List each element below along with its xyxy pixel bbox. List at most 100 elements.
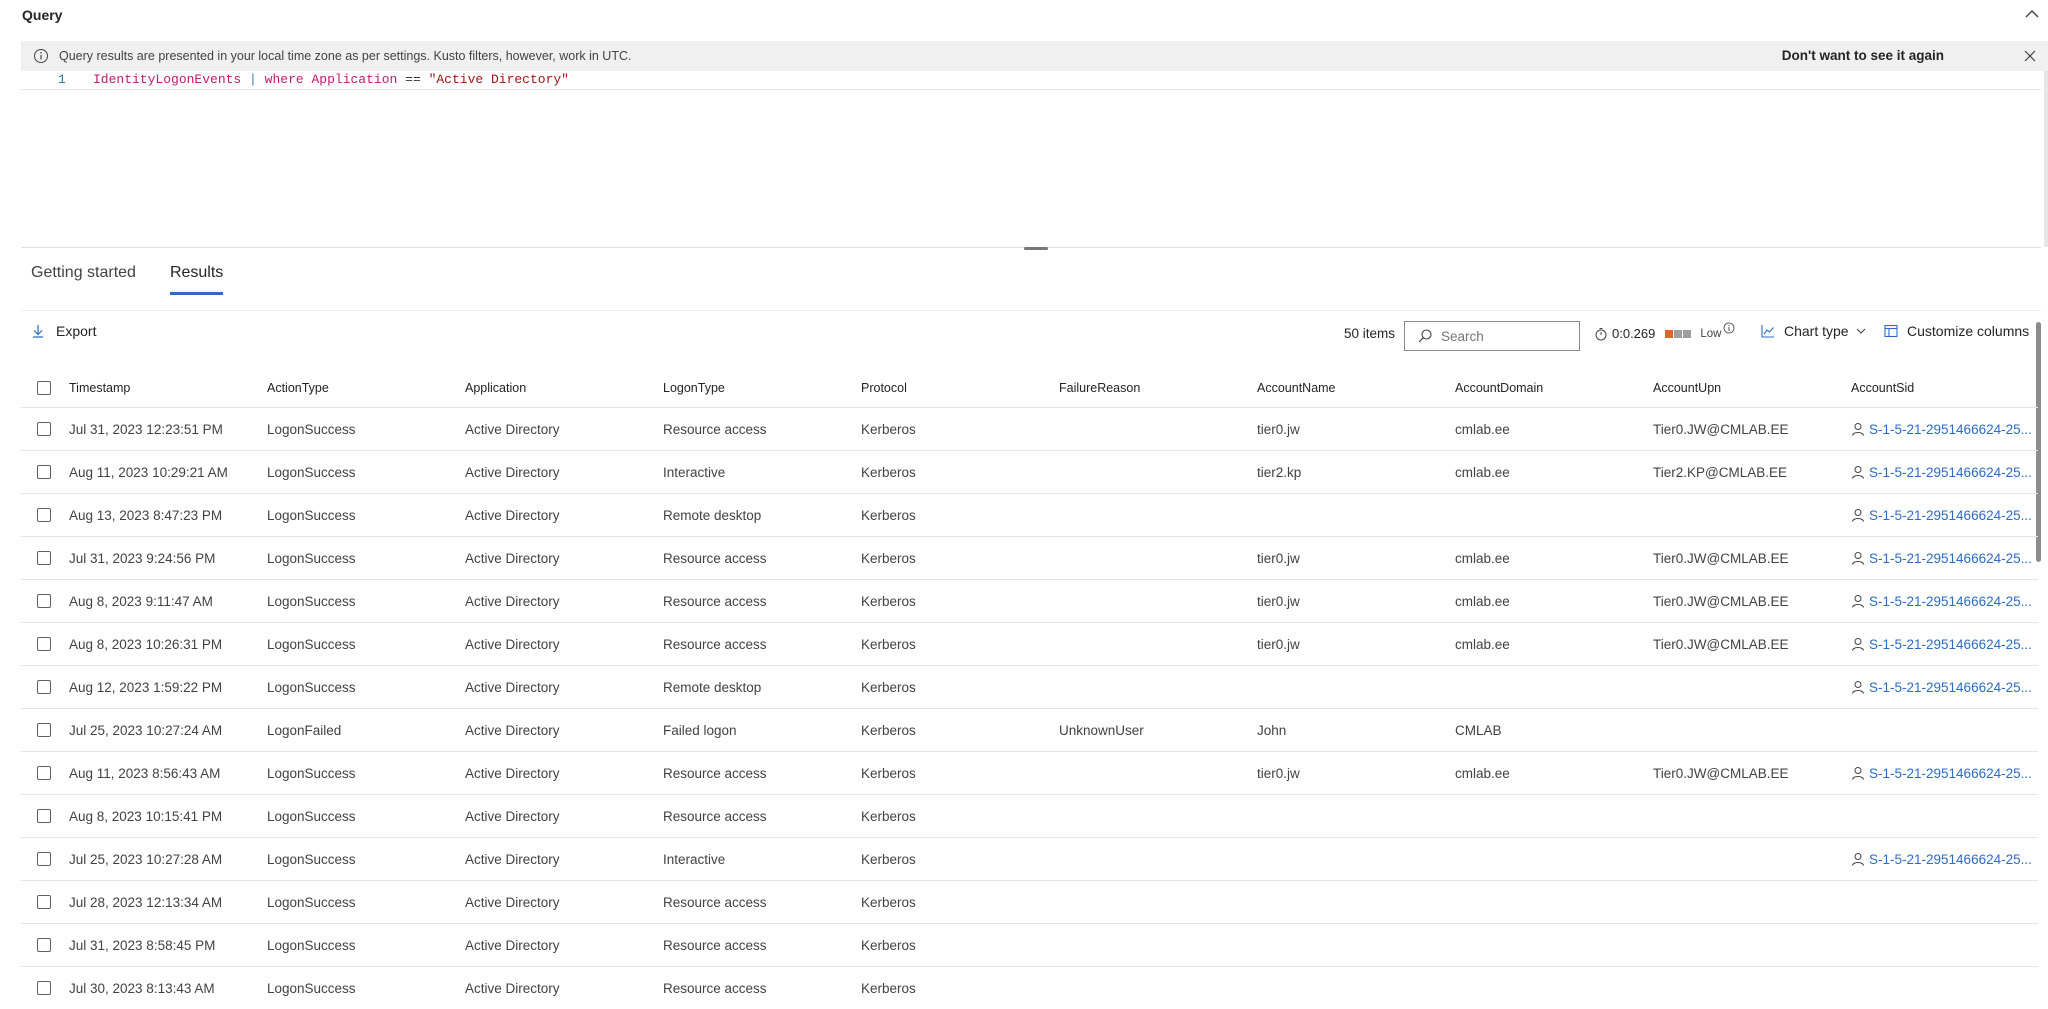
resource-usage-label: Low [1700, 328, 1721, 340]
customize-columns-button[interactable]: Customize columns [1883, 323, 2029, 339]
chart-type-button[interactable]: Chart type [1760, 323, 1867, 339]
account-sid-link[interactable]: S-1-5-21-2951466624-25... [1851, 465, 2038, 480]
table-cell: Active Directory [465, 838, 663, 881]
column-header[interactable]: AccountName [1257, 369, 1455, 408]
account-sid-link[interactable]: S-1-5-21-2951466624-25... [1851, 680, 2038, 695]
row-select-cell[interactable] [21, 623, 69, 666]
account-sid-link[interactable]: S-1-5-21-2951466624-25... [1851, 551, 2038, 566]
info-icon[interactable] [1723, 322, 1735, 334]
execution-time: 0:0.269 [1612, 326, 1655, 341]
row-select-cell[interactable] [21, 580, 69, 623]
column-header[interactable]: FailureReason [1059, 369, 1257, 408]
export-button[interactable]: Export [30, 323, 96, 339]
table-row[interactable]: Aug 8, 2023 10:26:31 PMLogonSuccessActiv… [21, 623, 2038, 666]
account-sid-link[interactable]: S-1-5-21-2951466624-25... [1851, 637, 2038, 652]
table-row[interactable]: Jul 25, 2023 10:27:24 AMLogonFailedActiv… [21, 709, 2038, 752]
table-cell [1455, 795, 1653, 838]
row-checkbox[interactable] [37, 981, 51, 995]
dont-show-again-button[interactable]: Don't want to see it again [1770, 41, 1956, 71]
table-row[interactable]: Aug 8, 2023 9:11:47 AMLogonSuccessActive… [21, 580, 2038, 623]
account-sid-text: S-1-5-21-2951466624-25... [1869, 594, 2032, 609]
items-count: 50 items [1344, 326, 1395, 341]
row-select-cell[interactable] [21, 666, 69, 709]
column-header[interactable]: LogonType [663, 369, 861, 408]
row-select-cell[interactable] [21, 709, 69, 752]
row-checkbox[interactable] [37, 938, 51, 952]
row-select-cell[interactable] [21, 838, 69, 881]
column-header[interactable]: Protocol [861, 369, 1059, 408]
table-cell [1059, 537, 1257, 580]
select-all-cell[interactable] [21, 369, 69, 408]
table-cell: Tier0.JW@CMLAB.EE [1653, 537, 1851, 580]
row-checkbox[interactable] [37, 852, 51, 866]
resize-handle[interactable] [1024, 247, 1048, 250]
account-sid-link[interactable]: S-1-5-21-2951466624-25... [1851, 508, 2038, 523]
table-row[interactable]: Jul 31, 2023 8:58:45 PMLogonSuccessActiv… [21, 924, 2038, 967]
editor-line[interactable]: 1 IdentityLogonEvents | where Applicatio… [21, 71, 2041, 90]
row-select-cell[interactable] [21, 795, 69, 838]
row-checkbox[interactable] [37, 637, 51, 651]
tab-getting-started[interactable]: Getting started [31, 258, 136, 292]
row-checkbox[interactable] [37, 508, 51, 522]
row-select-cell[interactable] [21, 924, 69, 967]
query-code[interactable]: IdentityLogonEvents | where Application … [93, 71, 569, 89]
column-header[interactable]: AccountDomain [1455, 369, 1653, 408]
table-cell: Active Directory [465, 881, 663, 924]
table-row[interactable]: Aug 12, 2023 1:59:22 PMLogonSuccessActiv… [21, 666, 2038, 709]
query-editor[interactable]: 1 IdentityLogonEvents | where Applicatio… [21, 71, 2041, 248]
table-row[interactable]: Jul 31, 2023 9:24:56 PMLogonSuccessActiv… [21, 537, 2038, 580]
column-header[interactable]: Application [465, 369, 663, 408]
table-row[interactable]: Jul 25, 2023 10:27:28 AMLogonSuccessActi… [21, 838, 2038, 881]
table-row[interactable]: Aug 8, 2023 10:15:41 PMLogonSuccessActiv… [21, 795, 2038, 838]
row-select-cell[interactable] [21, 537, 69, 580]
table-cell: LogonSuccess [267, 537, 465, 580]
row-select-cell[interactable] [21, 408, 69, 451]
tab-results[interactable]: Results [170, 258, 223, 295]
usage-bar-2 [1674, 330, 1682, 338]
table-cell [1851, 795, 2038, 838]
account-sid-text: S-1-5-21-2951466624-25... [1869, 465, 2032, 480]
table-row[interactable]: Aug 13, 2023 8:47:23 PMLogonSuccessActiv… [21, 494, 2038, 537]
row-checkbox[interactable] [37, 895, 51, 909]
table-row[interactable]: Aug 11, 2023 10:29:21 AMLogonSuccessActi… [21, 451, 2038, 494]
row-select-cell[interactable] [21, 494, 69, 537]
row-checkbox[interactable] [37, 766, 51, 780]
table-cell: LogonSuccess [267, 451, 465, 494]
row-checkbox[interactable] [37, 809, 51, 823]
account-sid-link[interactable]: S-1-5-21-2951466624-25... [1851, 422, 2038, 437]
column-header[interactable]: AccountSid [1851, 369, 2038, 408]
select-all-checkbox[interactable] [37, 381, 51, 395]
table-cell: Remote desktop [663, 494, 861, 537]
column-header[interactable]: ActionType [267, 369, 465, 408]
table-row[interactable]: Jul 28, 2023 12:13:34 AMLogonSuccessActi… [21, 881, 2038, 924]
column-header[interactable]: Timestamp [69, 369, 267, 408]
row-select-cell[interactable] [21, 881, 69, 924]
close-icon[interactable] [2022, 48, 2038, 64]
table-cell: Active Directory [465, 408, 663, 451]
row-select-cell[interactable] [21, 451, 69, 494]
table-row[interactable]: Aug 11, 2023 8:56:43 AMLogonSuccessActiv… [21, 752, 2038, 795]
row-select-cell[interactable] [21, 752, 69, 795]
row-checkbox[interactable] [37, 594, 51, 608]
account-sid-link[interactable]: S-1-5-21-2951466624-25... [1851, 594, 2038, 609]
table-cell [1059, 494, 1257, 537]
table-cell: Active Directory [465, 580, 663, 623]
row-checkbox[interactable] [37, 465, 51, 479]
user-icon [1851, 594, 1865, 608]
chevron-up-icon[interactable] [2022, 4, 2042, 24]
search-input[interactable] [1439, 328, 1573, 345]
column-header[interactable]: AccountUpn [1653, 369, 1851, 408]
row-checkbox[interactable] [37, 422, 51, 436]
table-cell: Kerberos [861, 709, 1059, 752]
table-cell: cmlab.ee [1455, 537, 1653, 580]
account-sid-link[interactable]: S-1-5-21-2951466624-25... [1851, 852, 2038, 867]
user-icon [1851, 680, 1865, 694]
row-checkbox[interactable] [37, 680, 51, 694]
row-checkbox[interactable] [37, 551, 51, 565]
table-cell [1653, 666, 1851, 709]
table-row[interactable]: Jul 31, 2023 12:23:51 PMLogonSuccessActi… [21, 408, 2038, 451]
account-sid-link[interactable]: S-1-5-21-2951466624-25... [1851, 766, 2038, 781]
row-checkbox[interactable] [37, 723, 51, 737]
search-box[interactable] [1404, 321, 1580, 351]
editor-scrollbar[interactable] [2044, 71, 2048, 247]
